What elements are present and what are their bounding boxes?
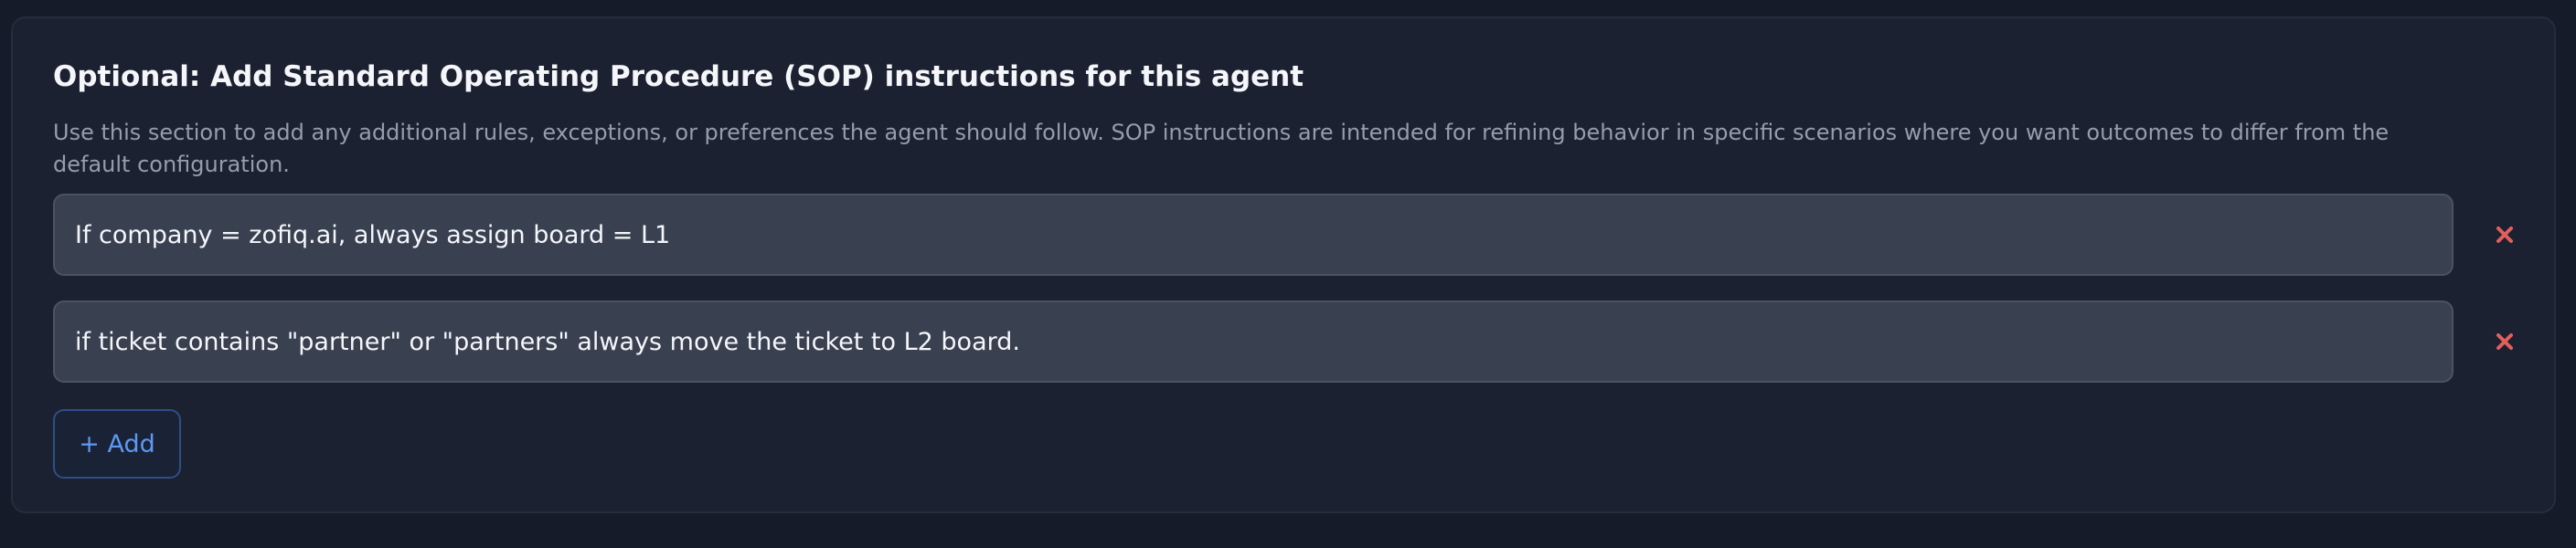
remove-rule-button[interactable] (2485, 215, 2525, 255)
close-icon (2496, 227, 2513, 243)
sop-description: Use this section to add any additional r… (53, 120, 2390, 177)
sop-title: Optional: Add Standard Operating Procedu… (53, 60, 1304, 93)
sop-rule-row (53, 300, 2549, 383)
remove-rule-button[interactable] (2485, 321, 2525, 362)
sop-rule-input[interactable] (53, 194, 2454, 276)
sop-rule-input[interactable] (53, 300, 2454, 383)
add-rule-button[interactable]: + Add (53, 409, 181, 479)
sop-panel: Optional: Add Standard Operating Procedu… (11, 16, 2556, 513)
sop-rule-row (53, 194, 2549, 276)
close-icon (2496, 333, 2513, 350)
